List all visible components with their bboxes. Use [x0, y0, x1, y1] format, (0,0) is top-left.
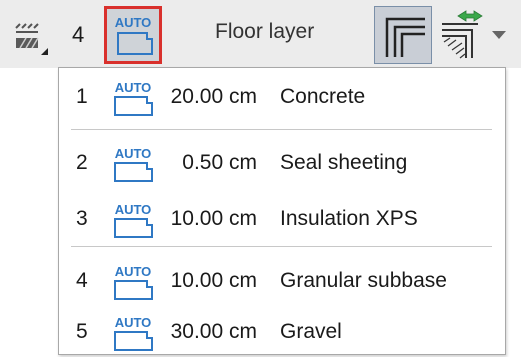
- layer-material: Seal sheeting: [280, 151, 408, 174]
- layer-corner-icon: [385, 17, 425, 57]
- layer-material: Gravel: [280, 320, 342, 343]
- layer-index: 1: [76, 85, 88, 108]
- reverse-layers-button[interactable]: [438, 10, 490, 60]
- layer-index: 2: [76, 151, 88, 174]
- layer-index: 4: [76, 269, 88, 292]
- divider: [71, 129, 492, 130]
- chevron-down-icon[interactable]: [491, 30, 507, 40]
- list-item[interactable]: 4 AUTO 10.00 cm Granular subbase: [59, 261, 505, 301]
- auto-thickness-icon: AUTO: [115, 15, 153, 55]
- hatch-pattern-icon: [15, 23, 48, 55]
- layer-material: Insulation XPS: [280, 207, 418, 230]
- layer-thickness: 30.00 cm: [170, 320, 257, 343]
- list-item[interactable]: 1 AUTO 20.00 cm Concrete: [59, 77, 505, 117]
- reverse-layers-icon: [442, 10, 483, 59]
- layer-corner-button[interactable]: [374, 6, 432, 64]
- layer-count: 4: [72, 22, 85, 47]
- auto-thickness-button[interactable]: AUTO: [104, 6, 162, 64]
- layer-dropdown-list: 1 AUTO 20.00 cm Concrete 2 AUTO 0.50 cm …: [58, 67, 506, 355]
- layer-thickness: 10.00 cm: [170, 269, 257, 292]
- layer-thickness: 0.50 cm: [182, 151, 257, 174]
- layer-material: Granular subbase: [280, 269, 447, 292]
- layer-thickness: 20.00 cm: [170, 85, 257, 108]
- auto-icon-label: AUTO: [115, 15, 152, 30]
- layer-thickness: 10.00 cm: [170, 207, 257, 230]
- list-item[interactable]: 5 AUTO 30.00 cm Gravel: [59, 312, 505, 352]
- hatch-pattern-button[interactable]: [14, 22, 50, 56]
- floor-layer-label: Floor layer: [215, 20, 315, 43]
- list-item[interactable]: 2 AUTO 0.50 cm Seal sheeting: [59, 143, 505, 183]
- divider: [71, 246, 492, 247]
- toolbar: 4 AUTO Floor layer: [0, 0, 521, 68]
- layer-index: 5: [76, 320, 88, 343]
- layer-index: 3: [76, 207, 88, 230]
- list-item[interactable]: 3 AUTO 10.00 cm Insulation XPS: [59, 199, 505, 239]
- layer-material: Concrete: [280, 85, 366, 108]
